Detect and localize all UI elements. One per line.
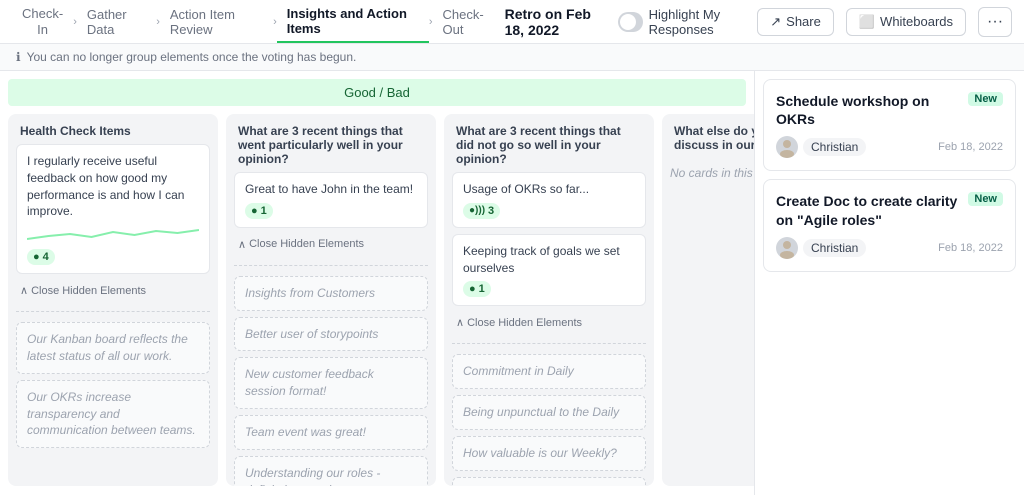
card-notwell-hidden-4: How roles are distributed <box>452 477 646 486</box>
nav-gather-data[interactable]: Gather Data <box>77 0 156 43</box>
assignee-name-2: Christian <box>803 239 866 257</box>
avatar-1 <box>776 136 798 158</box>
card-well-1: Great to have John in the team! ● 1 <box>234 172 428 228</box>
card-health-1: I regularly receive useful feedback on h… <box>16 144 210 274</box>
columns-area: Good / Bad Health Check Items I regularl… <box>0 71 754 495</box>
no-cards-msg: No cards in this c... <box>670 158 754 188</box>
vote-button-notwell-1[interactable]: ●))) 3 <box>463 203 500 219</box>
more-icon: ··· <box>987 13 1003 30</box>
right-sidebar: New Schedule workshop on OKRs Christian … <box>754 71 1024 495</box>
health-check-header: Health Check Items <box>8 114 218 144</box>
toggle-knob <box>620 14 636 30</box>
highlight-toggle-wrap: Highlight My Responses <box>618 7 745 37</box>
more-button[interactable]: ··· <box>978 7 1012 37</box>
good-bad-banner: Good / Bad <box>8 79 746 106</box>
avatar-row-1: Christian <box>776 136 866 158</box>
card-notwell-2: Keeping track of goals we set ourselves … <box>452 234 646 307</box>
action-date-2: Feb 18, 2022 <box>938 242 1003 254</box>
went-well-content: Great to have John in the team! ● 1 ∧ Cl… <box>226 172 436 486</box>
chevron-up-icon-2: ∧ <box>238 238 246 251</box>
health-check-content: I regularly receive useful feedback on h… <box>8 144 218 486</box>
info-icon: ℹ <box>16 50 21 64</box>
vote-button-notwell-2[interactable]: ● 1 <box>463 281 491 297</box>
share-button[interactable]: ↗ Share <box>757 8 834 36</box>
not-well-column: What are 3 recent things that did not go… <box>444 114 654 486</box>
whiteboards-button[interactable]: ⬜ Whiteboards <box>846 8 966 36</box>
card-well-hidden-3: New customer feedback session format! <box>234 357 428 409</box>
card-notwell-hidden-1: Commitment in Daily <box>452 354 646 389</box>
share-icon: ↗ <box>770 14 781 30</box>
whiteboards-label: Whiteboards <box>880 14 953 29</box>
info-message: You can no longer group elements once th… <box>27 50 357 64</box>
vote-button-well-1[interactable]: ● 1 <box>245 203 273 219</box>
nav-action-item-review[interactable]: Action Item Review <box>160 0 273 43</box>
card-notwell-hidden-3: How valuable is our Weekly? <box>452 436 646 471</box>
else-header: What else do you want to discuss in our … <box>662 114 754 158</box>
card-health-hidden-1: Our Kanban board reflects the latest sta… <box>16 322 210 374</box>
card-well-hidden-1: Insights from Customers <box>234 276 428 311</box>
chevron-up-icon-3: ∧ <box>456 316 464 329</box>
action-date-1: Feb 18, 2022 <box>938 141 1003 153</box>
nav-insights-action-items[interactable]: Insights and Action Items <box>277 0 429 43</box>
went-well-column: What are 3 recent things that went parti… <box>226 114 436 486</box>
card-health-hidden-2: Our OKRs increase transparency and commu… <box>16 380 210 448</box>
not-well-content: Usage of OKRs so far... ●))) 3 Keeping t… <box>444 172 654 486</box>
new-badge-1: New <box>968 92 1003 106</box>
divider-3 <box>452 343 646 344</box>
nav-gather-data-label: Gather Data <box>87 7 146 37</box>
whiteboard-icon: ⬜ <box>859 14 875 30</box>
top-nav: Check-In › Gather Data › Action Item Rev… <box>0 0 1024 44</box>
new-badge-2: New <box>968 192 1003 206</box>
nav-check-out-label: Check-Out <box>443 7 495 37</box>
vote-icon-1: ● <box>33 251 40 263</box>
vote-row-notwell-2: ● 1 <box>463 281 635 297</box>
close-hidden-well[interactable]: ∧ Close Hidden Elements <box>234 236 428 253</box>
nav-action-item-review-label: Action Item Review <box>170 7 263 37</box>
vote-row-well-1: ● 1 <box>245 203 417 219</box>
sparkline-1 <box>27 224 199 244</box>
info-bar: ℹ You can no longer group elements once … <box>0 44 1024 71</box>
vote-row-notwell-1: ●))) 3 <box>463 203 635 219</box>
action-card-2-header: New Create Doc to create clarity on "Agi… <box>776 192 1003 228</box>
card-well-hidden-5: Understanding our roles - definitely som… <box>234 456 428 486</box>
assignee-name-1: Christian <box>803 138 866 156</box>
close-hidden-health[interactable]: ∧ Close Hidden Elements <box>16 282 210 299</box>
vote-row-1: ● 4 <box>27 249 199 265</box>
columns-row: Health Check Items I regularly receive u… <box>0 106 754 494</box>
vote-button-1[interactable]: ● 4 <box>27 249 55 265</box>
action-card-2: New Create Doc to create clarity on "Agi… <box>763 179 1016 271</box>
chevron-up-icon: ∧ <box>20 284 28 297</box>
card-well-hidden-4: Team event was great! <box>234 415 428 450</box>
else-column: What else do you want to discuss in our … <box>662 114 754 486</box>
not-well-header: What are 3 recent things that did not go… <box>444 114 654 172</box>
content-area: Good / Bad Health Check Items I regularl… <box>0 71 1024 495</box>
action-footer-1: Christian Feb 18, 2022 <box>776 136 1003 158</box>
close-hidden-notwell[interactable]: ∧ Close Hidden Elements <box>452 314 646 331</box>
else-content: No cards in this c... <box>662 158 754 486</box>
went-well-header: What are 3 recent things that went parti… <box>226 114 436 172</box>
card-notwell-hidden-2: Being unpunctual to the Daily <box>452 395 646 430</box>
health-check-column: Health Check Items I regularly receive u… <box>8 114 218 486</box>
highlight-toggle-label: Highlight My Responses <box>649 7 746 37</box>
share-label: Share <box>786 14 821 29</box>
vote-icon-well-1: ● <box>251 205 258 217</box>
nav-check-in[interactable]: Check-In <box>12 0 73 43</box>
highlight-toggle[interactable] <box>618 12 643 32</box>
nav-check-in-label: Check-In <box>22 6 63 37</box>
action-card-1-header: New Schedule workshop on OKRs <box>776 92 1003 128</box>
retro-title: Retro on Feb 18, 2022 <box>505 6 606 38</box>
vote-icon-notwell-1: ●))) <box>469 205 485 216</box>
divider-2 <box>234 265 428 266</box>
card-notwell-1: Usage of OKRs so far... ●))) 3 <box>452 172 646 228</box>
nav-check-out[interactable]: Check-Out <box>433 0 505 43</box>
action-card-1: New Schedule workshop on OKRs Christian … <box>763 79 1016 171</box>
nav-right-section: Retro on Feb 18, 2022 Highlight My Respo… <box>505 6 1012 38</box>
avatar-row-2: Christian <box>776 237 866 259</box>
nav-insights-label: Insights and Action Items <box>287 6 419 36</box>
action-footer-2: Christian Feb 18, 2022 <box>776 237 1003 259</box>
divider-1 <box>16 311 210 312</box>
avatar-2 <box>776 237 798 259</box>
vote-icon-notwell-2: ● <box>469 283 476 295</box>
card-well-hidden-2: Better user of storypoints <box>234 317 428 352</box>
